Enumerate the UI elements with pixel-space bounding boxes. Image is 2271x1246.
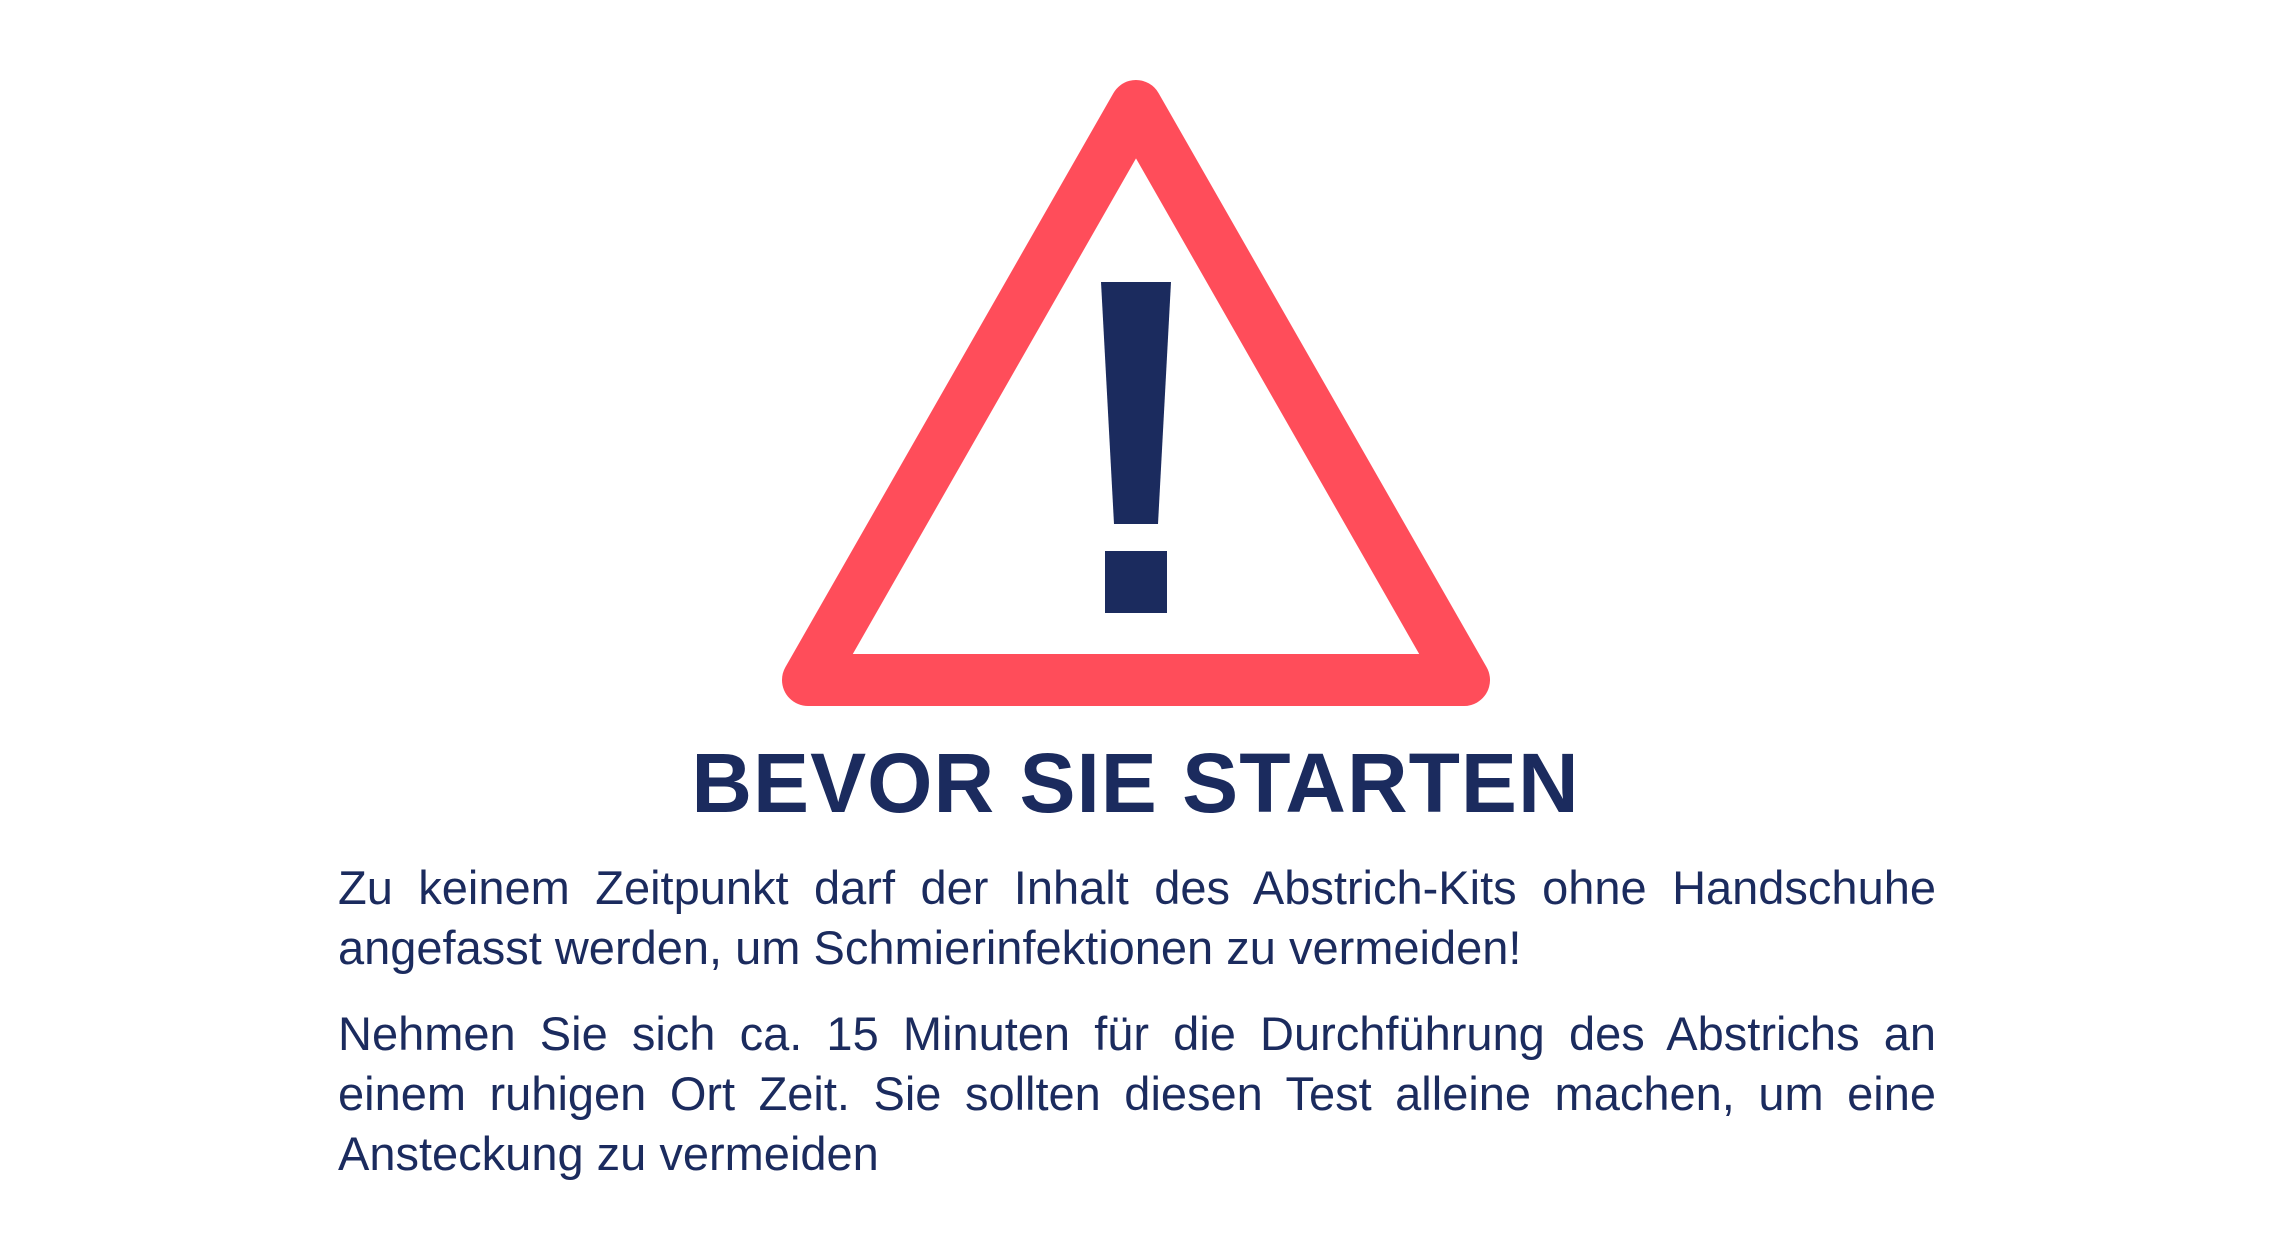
exclamation-dot bbox=[1105, 551, 1167, 613]
instruction-paragraph-time: Nehmen Sie sich ca. 15 Minuten für die D… bbox=[338, 1007, 1936, 1180]
page-title: BEVOR SIE STARTEN bbox=[691, 736, 1580, 830]
warning-triangle-icon bbox=[782, 76, 1490, 710]
instruction-paragraph-gloves: Zu keinem Zeitpunkt darf der Inhalt des … bbox=[338, 861, 1936, 974]
exclamation-bar bbox=[1101, 282, 1171, 524]
